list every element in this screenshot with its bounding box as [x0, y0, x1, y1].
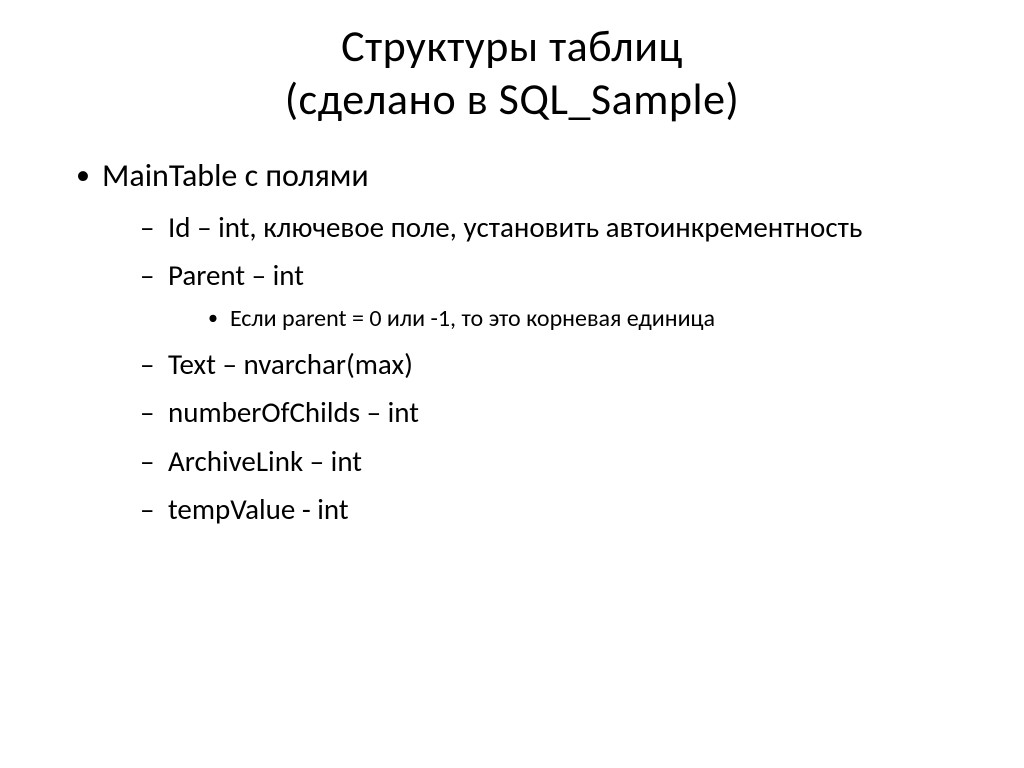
- bullet-list-level-2: Id – int, ключевое поле, установить авто…: [102, 207, 964, 530]
- list-item: Parent – int Если parent = 0 или -1, то …: [140, 255, 964, 335]
- bullet-list-level-1: MainTable с полями Id – int, ключевое по…: [60, 154, 964, 530]
- list-item-text: Id – int, ключевое поле, установить авто…: [168, 209, 862, 245]
- list-item-text: MainTable с полями: [102, 156, 369, 195]
- list-item: numberOfChilds – int: [140, 392, 964, 433]
- list-item: tempValue - int: [140, 489, 964, 530]
- list-item-text: Если parent = 0 или -1, то это корневая …: [230, 304, 715, 333]
- list-item: ArchiveLink – int: [140, 441, 964, 482]
- list-item: Если parent = 0 или -1, то это корневая …: [208, 302, 964, 336]
- slide-title: Структуры таблиц (сделано в SQL_Sample): [60, 20, 964, 126]
- title-line-1: Структуры таблиц: [341, 19, 683, 73]
- list-item-text: numberOfChilds – int: [168, 394, 419, 430]
- list-item: Id – int, ключевое поле, установить авто…: [140, 207, 964, 248]
- list-item-text: Parent – int: [168, 257, 304, 293]
- list-item-text: Text – nvarchar(max): [168, 346, 413, 382]
- title-line-2: (сделано в SQL_Sample): [285, 72, 740, 126]
- list-item: Text – nvarchar(max): [140, 344, 964, 385]
- list-item-text: ArchiveLink – int: [168, 443, 362, 479]
- list-item-text: tempValue - int: [168, 491, 349, 527]
- bullet-list-level-3: Если parent = 0 или -1, то это корневая …: [168, 302, 964, 336]
- list-item: MainTable с полями Id – int, ключевое по…: [70, 154, 964, 530]
